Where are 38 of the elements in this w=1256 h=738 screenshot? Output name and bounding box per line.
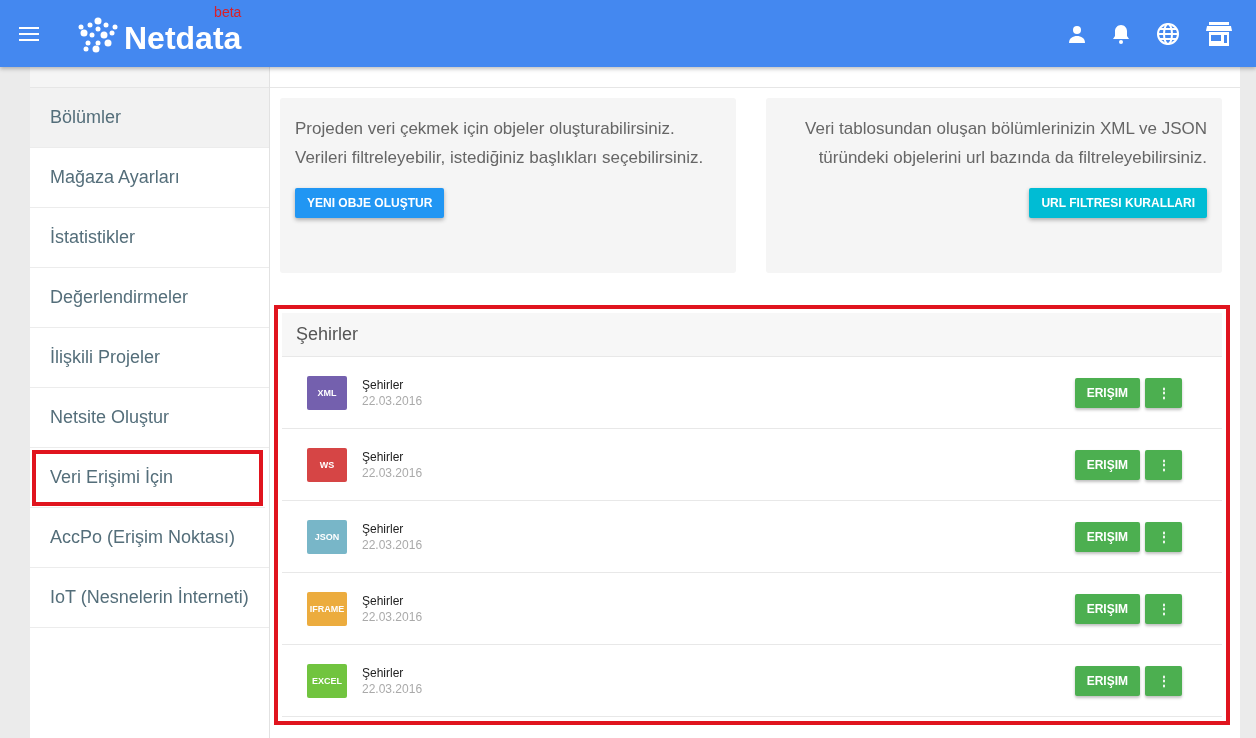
more-button[interactable]: ⋮ (1145, 593, 1182, 624)
object-name: Şehirler (362, 593, 405, 608)
panel-title: Şehirler (282, 313, 1222, 357)
sidebar-item[interactable]: Bölümler (30, 88, 269, 148)
access-button[interactable]: ERIŞIM (1074, 377, 1140, 408)
access-button[interactable]: ERIŞIM (1074, 449, 1140, 480)
object-date: 22.03.2016 (362, 393, 423, 408)
globe-icon[interactable] (1156, 21, 1180, 46)
format-badge: EXCEL (307, 663, 347, 698)
object-date: 22.03.2016 (362, 465, 423, 480)
format-badge: IFRAME (307, 591, 347, 626)
sidebar-item[interactable]: Veri Erişimi İçin (30, 448, 265, 508)
object-date: 22.03.2016 (362, 609, 423, 624)
info-text: Projeden veri çekmek için objeler oluşturabilirsiniz. Verileri filtreleyebilir, istediğiniz başlıkları seçebilirsiniz. (295, 118, 705, 169)
object-name: Şehirler (362, 521, 405, 536)
object-date: 22.03.2016 (362, 537, 423, 552)
format-badge: WS (307, 447, 347, 482)
format-badge: XML (307, 375, 347, 410)
object-name: Şehirler (362, 377, 405, 392)
info-text: Veri tablosundan oluşan bölümlerinizin XML ve JSON türündeki objelerini url bazında da filtreleyebilirsiniz. (804, 118, 1207, 169)
beta-label: beta (214, 4, 242, 19)
object-name: Şehirler (362, 665, 405, 680)
more-button[interactable]: ⋮ (1145, 449, 1182, 480)
action-button[interactable]: URL FILTRESI KURALLARI (1029, 188, 1207, 218)
object-name: Şehirler (362, 449, 405, 464)
more-button[interactable]: ⋮ (1145, 377, 1182, 408)
action-button[interactable]: YENI OBJE OLUŞTUR (295, 188, 445, 218)
more-button[interactable]: ⋮ (1145, 521, 1182, 552)
user-icon[interactable] (1068, 24, 1086, 43)
access-button[interactable]: ERIŞIM (1074, 521, 1140, 552)
store-icon[interactable] (1206, 21, 1232, 46)
more-button[interactable]: ⋮ (1145, 665, 1182, 696)
logo-text: Netdata (124, 21, 242, 54)
access-button[interactable]: ERIŞIM (1074, 593, 1140, 624)
bell-icon[interactable] (1112, 23, 1130, 44)
format-badge: JSON (307, 519, 347, 554)
access-button[interactable]: ERIŞIM (1074, 665, 1140, 696)
object-date: 22.03.2016 (362, 681, 423, 696)
